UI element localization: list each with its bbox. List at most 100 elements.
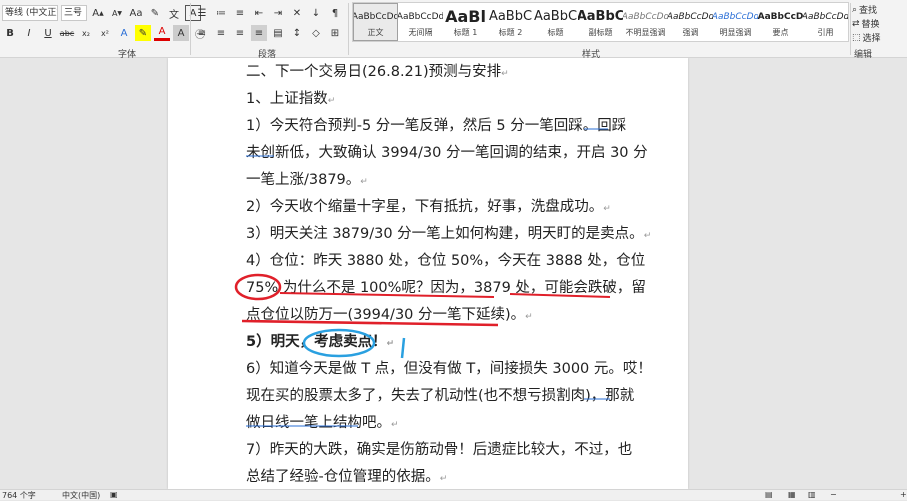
char-shading-icon[interactable]: A: [173, 25, 189, 41]
styles-gallery: AaBbCcDd 正文 AaBbCcDd 无间隔 AaBl 标题 1 AaBbC…: [352, 2, 849, 42]
zoom-in-icon[interactable]: +: [900, 490, 907, 499]
align-left-icon[interactable]: ≡: [194, 25, 210, 41]
style-subtitle[interactable]: AaBbC 副标题: [578, 3, 623, 41]
web-layout-icon[interactable]: ▥: [808, 490, 816, 499]
shading-icon[interactable]: ◇: [308, 25, 324, 41]
font-name-dropdown[interactable]: 等线 (中文正文): [2, 5, 58, 21]
line-spacing-icon[interactable]: ↕: [289, 25, 305, 41]
style-no-spacing[interactable]: AaBbCcDd 无间隔: [398, 3, 443, 41]
style-emphasis[interactable]: AaBbCcDd 强调: [668, 3, 713, 41]
replace-icon: ⇄: [852, 18, 860, 29]
style-name: 标题 2: [498, 27, 523, 37]
style-heading-2[interactable]: AaBbC 标题 2: [488, 3, 533, 41]
document-area[interactable]: 二、下一个交易日(26.8.21)预测与安排↵ 1、上证指数↵ 1）今天符合预判…: [0, 58, 907, 489]
multilevel-list-icon[interactable]: ≡: [232, 5, 248, 21]
show-marks-icon[interactable]: ¶: [327, 5, 343, 21]
style-preview: AaBbCcDd: [398, 11, 443, 22]
numbering-icon[interactable]: ≔: [213, 5, 229, 21]
borders-icon[interactable]: ⊞: [327, 25, 343, 41]
style-name: 正文: [367, 27, 384, 37]
replace-button[interactable]: ⇄ 替换: [852, 17, 880, 31]
style-normal[interactable]: AaBbCcDd 正文: [353, 3, 398, 41]
style-strong[interactable]: AaBbCcD 要点: [758, 3, 803, 41]
style-intense-emphasis[interactable]: AaBbCcDd 明显强调: [713, 3, 758, 41]
text-effects-icon[interactable]: A: [116, 25, 132, 41]
justify-icon[interactable]: ≡: [251, 25, 267, 41]
align-center-icon[interactable]: ≡: [213, 25, 229, 41]
sort-icon[interactable]: ↓: [308, 5, 324, 21]
doc-line: 1）今天符合预判-5 分一笔反弹，然后 5 分一笔回踩。回踩: [246, 114, 626, 135]
style-quote[interactable]: AaBbCcDd 引用: [803, 3, 848, 41]
print-layout-icon[interactable]: ▦: [788, 490, 796, 499]
decrease-indent-icon[interactable]: ⇤: [251, 5, 267, 21]
style-preview: AaBbCcDd: [713, 11, 758, 22]
style-subtle-emphasis[interactable]: AaBbCcDd 不明显强调: [623, 3, 668, 41]
line-text: 7）昨天的大跌，确实是伤筋动骨！后遗症比较大，不过，也: [246, 442, 633, 458]
separator: [348, 3, 349, 55]
align-right-icon[interactable]: ≡: [232, 25, 248, 41]
font-row-1: 等线 (中文正文) 三号 A▲ A▼ Aa ✎ 文 A: [2, 5, 201, 21]
style-name: 要点: [772, 27, 789, 37]
bold-icon[interactable]: B: [2, 25, 18, 41]
doc-line: 点仓位以防万一(3994/30 分一笔下延续)。↵: [246, 303, 533, 324]
find-button[interactable]: ⌕ 查找: [852, 3, 877, 17]
line-text: 6）知道今天是做 T 点，但没有做 T，间接损失 3000 元。哎！: [246, 361, 652, 377]
paragraph-mark: ↵: [391, 420, 399, 430]
distributed-icon[interactable]: ▤: [270, 25, 286, 41]
change-case-icon[interactable]: Aa: [128, 5, 144, 21]
style-heading-1[interactable]: AaBl 标题 1: [443, 3, 488, 41]
doc-line: 3）明天关注 3879/30 分一笔上如何构建，明天盯的是卖点。↵: [246, 222, 651, 243]
italic-icon[interactable]: I: [21, 25, 37, 41]
status-bar: 764 个字 中文(中国) ▣ ▤ ▦ ▥ − +: [0, 489, 907, 500]
increase-indent-icon[interactable]: ⇥: [270, 5, 286, 21]
select-icon: ⬚: [852, 32, 861, 43]
style-preview: AaBbCcD: [758, 11, 803, 22]
zoom-out-icon[interactable]: −: [830, 490, 837, 499]
line-text: 总结了经验-仓位管理的依据。: [246, 469, 440, 485]
phonetic-guide-icon[interactable]: 文: [166, 5, 182, 21]
superscript-icon[interactable]: x²: [97, 25, 113, 41]
doc-line: 现在买的股票太多了，失去了机动性(也不想亏损割肉)，那就: [246, 384, 634, 405]
blue-mark-annotation: [400, 337, 406, 359]
style-preview: AaBl: [445, 6, 486, 26]
highlight-icon[interactable]: ✎: [135, 25, 151, 41]
read-mode-icon[interactable]: ▤: [765, 490, 773, 499]
style-title[interactable]: AaBbC 标题: [533, 3, 578, 41]
paragraph-mark: ↵: [386, 339, 395, 349]
line-text: 点仓位以防万一(3994/30 分一笔下延续)。: [246, 307, 526, 323]
font-size-dropdown[interactable]: 三号: [61, 5, 87, 21]
paragraph-mark: ↵: [525, 312, 533, 322]
paragraph-mark: ↵: [327, 96, 336, 106]
doc-line: 一笔上涨/3879。↵: [246, 168, 368, 189]
document-page[interactable]: 二、下一个交易日(26.8.21)预测与安排↵ 1、上证指数↵ 1）今天符合预判…: [168, 58, 688, 489]
word-count[interactable]: 764 个字: [2, 490, 36, 501]
underline-icon[interactable]: U: [40, 25, 56, 41]
line-text: 一笔上涨/3879。: [246, 172, 361, 188]
language-indicator[interactable]: 中文(中国): [62, 490, 100, 501]
style-preview: AaBbCcDd: [353, 11, 398, 22]
paragraph-row-1: ☰ ≔ ≡ ⇤ ⇥ ✕ ↓ ¶: [194, 5, 343, 21]
style-name: 强调: [682, 27, 699, 37]
font-color-icon[interactable]: A: [154, 25, 170, 41]
select-button[interactable]: ⬚ 选择: [852, 31, 881, 45]
grow-font-icon[interactable]: A ▲: [90, 5, 106, 21]
subscript-icon[interactable]: x₂: [78, 25, 94, 41]
macro-icon[interactable]: ▣: [110, 490, 118, 499]
separator: [850, 3, 851, 55]
shrink-font-icon[interactable]: A ▼: [109, 5, 125, 21]
paragraph-mark: ↵: [603, 204, 611, 214]
style-preview: AaBbCcDd: [803, 11, 848, 22]
style-preview: AaBbC: [533, 8, 578, 24]
bullets-icon[interactable]: ☰: [194, 5, 210, 21]
style-name: 不明显强调: [625, 27, 666, 37]
doc-line: 二、下一个交易日(26.8.21)预测与安排↵: [246, 60, 509, 81]
select-label: 选择: [862, 34, 881, 44]
doc-line: 做日线一笔上结构吧。↵: [246, 411, 399, 432]
chinese-layout-icon[interactable]: ✕: [289, 5, 305, 21]
doc-line: 4）仓位：昨天 3880 处，仓位 50%，今天在 3888 处，仓位: [246, 249, 645, 270]
strikethrough-icon[interactable]: abc: [59, 25, 75, 41]
style-preview: AaBbCcDd: [623, 11, 668, 22]
clear-format-icon[interactable]: ✎: [147, 5, 163, 21]
paragraph-mark: ↵: [643, 231, 652, 241]
doc-line: 6）知道今天是做 T 点，但没有做 T，间接损失 3000 元。哎！: [246, 357, 652, 378]
